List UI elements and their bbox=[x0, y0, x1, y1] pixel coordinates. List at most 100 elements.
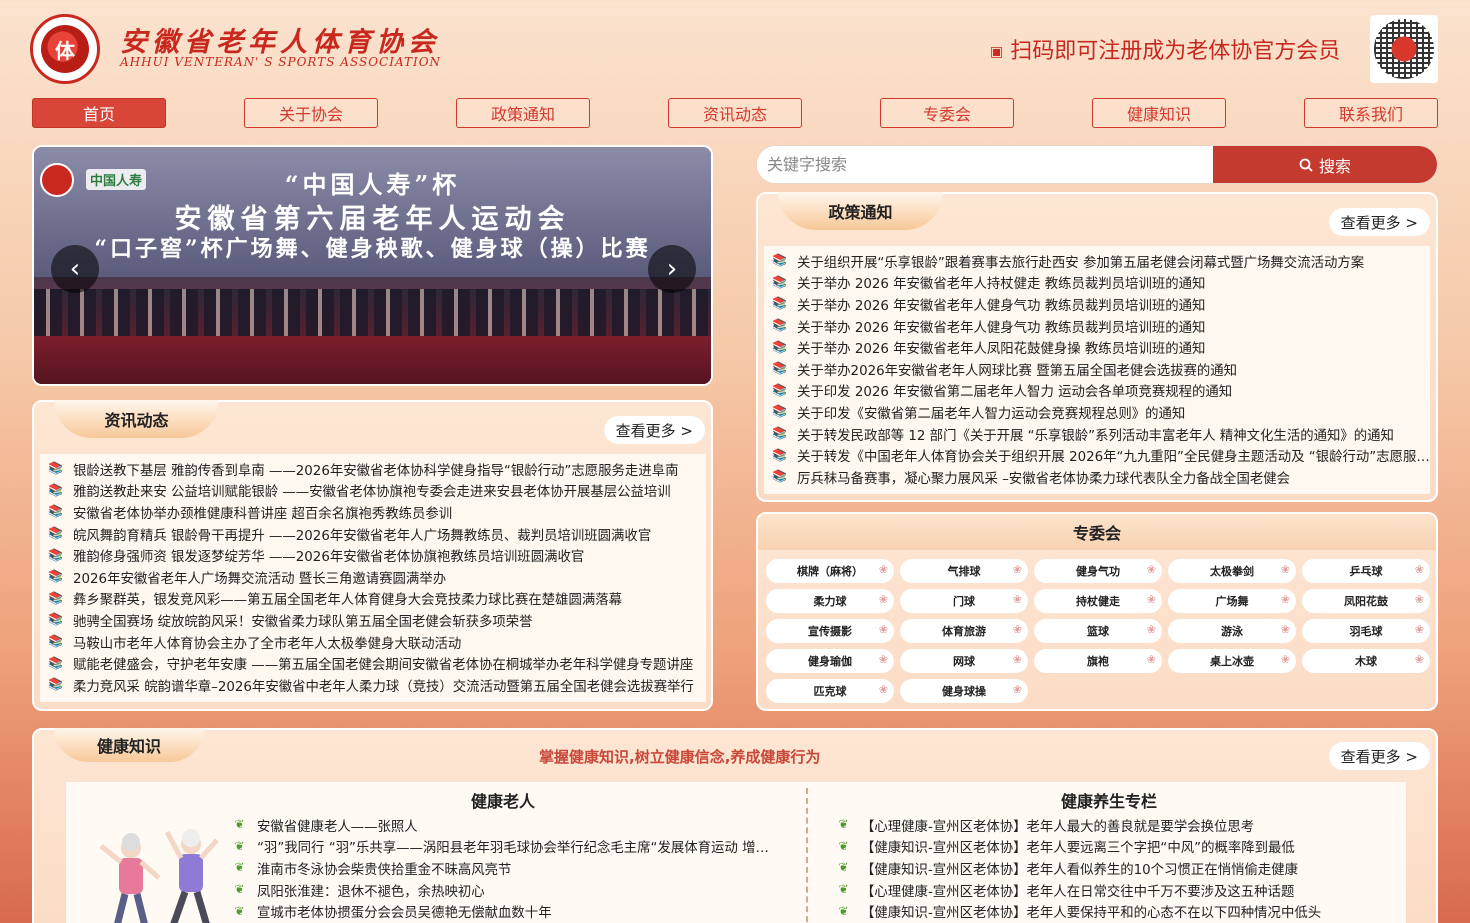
committee-item[interactable]: 健身气功 ❀ bbox=[1034, 559, 1162, 583]
news-item[interactable]: 📚 赋能老健盛会，守护老年安康 ——第五届全国老健会期间安徽省老体协在桐城举办老年… bbox=[48, 652, 706, 674]
committee-item[interactable]: 门球 ❀ bbox=[900, 589, 1028, 613]
committee-item[interactable]: 篮球 ❀ bbox=[1034, 619, 1162, 643]
nav-news[interactable]: 资讯动态 bbox=[668, 98, 802, 128]
book-icon: 📚 bbox=[48, 634, 63, 649]
search-button[interactable]: 搜索 bbox=[1213, 146, 1437, 183]
nav-committee[interactable]: 专委会 bbox=[880, 98, 1014, 128]
policy-item[interactable]: 📚 关于组织开展“乐享银龄”跟着赛事去旅行赴西安 参加第五届老健会闭幕式暨广场舞交… bbox=[772, 250, 1430, 272]
committee-item[interactable]: 气排球 ❀ bbox=[900, 559, 1028, 583]
committee-item[interactable]: 体育旅游 ❀ bbox=[900, 619, 1028, 643]
health-more-button[interactable]: 查看更多 > bbox=[1328, 742, 1430, 770]
news-more-button[interactable]: 查看更多 > bbox=[603, 416, 705, 444]
site-title[interactable]: 安徽省老年人体育协会 bbox=[120, 20, 440, 59]
news-item[interactable]: 📚 2026年安徽省老年人广场舞交流活动 暨长三角邀请赛圆满举办 bbox=[48, 566, 706, 588]
news-item[interactable]: 📚 柔力竞风采 皖韵谱华章–2026年安徽省中老年人柔力球（竞技）交流活动暨第五届… bbox=[48, 674, 706, 696]
sport-icon: ❀ bbox=[878, 593, 888, 606]
sport-icon: ❀ bbox=[1146, 593, 1156, 606]
policy-more-button[interactable]: 查看更多 > bbox=[1328, 208, 1430, 236]
committee-item[interactable]: 宣传摄影 ❀ bbox=[766, 619, 894, 643]
committee-item[interactable]: 持杖健走 ❀ bbox=[1034, 589, 1162, 613]
wellness-item[interactable]: ❦ 【健康知识-宣州区老体协】老年人要远离三个字把“中风”的概率降到最低 bbox=[836, 836, 1396, 858]
logo-emblem: 体 bbox=[41, 25, 89, 73]
wellness-list: ❦ 【心理健康-宣州区老体协】老年人最大的善良就是要学会换位思考 ❦ 【健康知识-宣… bbox=[836, 814, 1396, 922]
news-item[interactable]: 📚 雅韵送教赴来安 公益培训赋能银龄 ——安徽省老体协旗袍专委会走进来安县老体协开… bbox=[48, 480, 706, 502]
committee-item[interactable]: 健身球操 ❀ bbox=[900, 679, 1028, 703]
banner-carousel[interactable]: 中国人寿 “中国人寿”杯 安徽省第六届老年人运动会 “口子窖”杯广场舞、健身秧歌… bbox=[32, 145, 713, 386]
policy-item[interactable]: 📚 关于转发民政部等 12 部门《关于开展 “乐享银龄”系列活动丰富老年人 精神文… bbox=[772, 423, 1430, 445]
news-item[interactable]: 📚 皖风舞韵育精兵 银龄骨干再提升 ——2026年安徽省老年人广场舞教练员、裁判员… bbox=[48, 523, 706, 545]
sport-icon: ❀ bbox=[878, 623, 888, 636]
committee-item[interactable]: 广场舞 ❀ bbox=[1168, 589, 1296, 613]
carousel-next-button[interactable]: › bbox=[648, 245, 696, 293]
committee-item[interactable]: 游泳 ❀ bbox=[1168, 619, 1296, 643]
policy-item[interactable]: 📚 关于印发 2026 年安徽省第二届老年人智力 运动会各单项竞赛规程的通知 bbox=[772, 380, 1430, 402]
book-icon: 📚 bbox=[772, 253, 787, 268]
leaf-icon: ❦ bbox=[234, 860, 245, 875]
book-icon: 📚 bbox=[48, 547, 63, 562]
leaf-icon: ❦ bbox=[234, 838, 245, 853]
committee-item[interactable]: 乒乓球 ❀ bbox=[1302, 559, 1430, 583]
sport-icon: ❀ bbox=[1146, 623, 1156, 636]
book-icon: 📚 bbox=[48, 655, 63, 670]
nav-about[interactable]: 关于协会 bbox=[244, 98, 378, 128]
news-item[interactable]: 📚 银龄送教下基层 雅韵传香到阜南 ——2026年安徽省老体协科学健身指导“银龄行… bbox=[48, 458, 706, 480]
policy-item[interactable]: 📚 关于举办2026年安徽省老年人网球比赛 暨第五届全国老健会选拔赛的通知 bbox=[772, 358, 1430, 380]
policy-item[interactable]: 📚 关于举办 2026 年安徽省老年人凤阳花鼓健身操 教练员培训班的通知 bbox=[772, 336, 1430, 358]
policy-item[interactable]: 📚 关于举办 2026 年安徽省老年人健身气功 教练员裁判员培训班的通知 bbox=[772, 293, 1430, 315]
wellness-item[interactable]: ❦ 【健康知识-宣州区老体协】老年人看似养生的10个习惯正在悄悄偷走健康 bbox=[836, 857, 1396, 879]
carousel-prev-button[interactable]: ‹ bbox=[51, 245, 99, 293]
health-item[interactable]: ❦ 凤阳张淮建：退休不褪色，余热映初心 bbox=[232, 879, 772, 901]
search-button-label: 搜索 bbox=[1318, 156, 1351, 176]
health-item[interactable]: ❦ “羽”我同行 “羽”乐共享——涡阳县老年羽毛球协会举行纪念毛主席“发展体育运动… bbox=[232, 836, 772, 858]
news-item[interactable]: 📚 驰骋全国赛场 绽放皖韵风采！安徽省柔力球队第五届全国老健会斩获多项荣誉 bbox=[48, 609, 706, 631]
nav-contact[interactable]: 联系我们 bbox=[1304, 98, 1438, 128]
committee-item[interactable]: 木球 ❀ bbox=[1302, 649, 1430, 673]
committee-item[interactable]: 棋牌（麻将） ❀ bbox=[766, 559, 894, 583]
committee-item[interactable]: 网球 ❀ bbox=[900, 649, 1028, 673]
leaf-icon: ❦ bbox=[838, 882, 849, 897]
site-logo[interactable]: 体 bbox=[30, 14, 100, 84]
search-input[interactable] bbox=[757, 146, 1213, 183]
committee-item[interactable]: 旗袍 ❀ bbox=[1034, 649, 1162, 673]
committee-item[interactable]: 健身瑜伽 ❀ bbox=[766, 649, 894, 673]
leaf-icon: ❦ bbox=[234, 903, 245, 918]
health-item[interactable]: ❦ 宣城市老体协掼蛋分会会员吴德艳无偿献血数十年 bbox=[232, 900, 772, 922]
sport-icon: ❀ bbox=[1146, 563, 1156, 576]
news-item[interactable]: 📚 彝乡聚群英，银发竞风彩——第五届全国老年人体育健身大会竞技柔力球比赛在楚雄圆满… bbox=[48, 588, 706, 610]
committee-item[interactable]: 凤阳花鼓 ❀ bbox=[1302, 589, 1430, 613]
book-icon: 📚 bbox=[48, 526, 63, 541]
qr-code[interactable] bbox=[1370, 15, 1438, 83]
wellness-item[interactable]: ❦ 【心理健康-宣州区老体协】老年人最大的善良就是要学会换位思考 bbox=[836, 814, 1396, 836]
news-item[interactable]: 📚 雅韵修身强师资 银发逐梦绽芳华 ——2026年安徽省老体协旗袍教练员培训班圆满… bbox=[48, 544, 706, 566]
committee-item[interactable]: 羽毛球 ❀ bbox=[1302, 619, 1430, 643]
committee-item[interactable]: 太极拳剑 ❀ bbox=[1168, 559, 1296, 583]
nav-policy[interactable]: 政策通知 bbox=[456, 98, 590, 128]
policy-item[interactable]: 📚 厉兵秣马备赛事，凝心聚力展风采 –安徽省老体协柔力球代表队全力备战全国老健会 bbox=[772, 466, 1430, 488]
sport-icon: ❀ bbox=[1146, 653, 1156, 666]
sport-icon: ❀ bbox=[1280, 653, 1290, 666]
news-item[interactable]: 📚 安徽省老体协举办颈椎健康科普讲座 超百余名旗袍秀教练员参训 bbox=[48, 501, 706, 523]
book-icon: 📚 bbox=[48, 504, 63, 519]
health-item[interactable]: ❦ 安徽省健康老人——张照人 bbox=[232, 814, 772, 836]
committee-item[interactable]: 匹克球 ❀ bbox=[766, 679, 894, 703]
sport-icon: ❀ bbox=[878, 563, 888, 576]
wellness-item[interactable]: ❦ 【健康知识-宣州区老体协】老年人要保持平和的心态不在以下四种情况中低头 bbox=[836, 900, 1396, 922]
committee-item[interactable]: 桌上冰壶 ❀ bbox=[1168, 649, 1296, 673]
policy-item[interactable]: 📚 关于转发《中国老年人体育协会关于组织开展 2026年“九九重阳”全民健身主题活… bbox=[772, 444, 1430, 466]
health-item[interactable]: ❦ 淮南市冬泳协会柴贵侠拾重金不昧高风亮节 bbox=[232, 857, 772, 879]
policy-item[interactable]: 📚 关于举办 2026 年安徽省老年人健身气功 教练员裁判员培训班的通知 bbox=[772, 315, 1430, 337]
sport-icon: ❀ bbox=[1414, 623, 1424, 636]
site-subtitle: AHHUI VENTERAN' S SPORTS ASSOCIATION bbox=[120, 55, 442, 69]
policy-item[interactable]: 📚 关于印发《安徽省第二届老年人智力运动会竞赛规程总则》的通知 bbox=[772, 401, 1430, 423]
committee-item[interactable]: 柔力球 ❀ bbox=[766, 589, 894, 613]
book-icon: 📚 bbox=[48, 461, 63, 476]
policy-item[interactable]: 📚 关于举办 2026 年安徽省老年人持杖健走 教练员裁判员培训班的通知 bbox=[772, 272, 1430, 294]
wellness-column-title: 健康养生专栏 bbox=[1061, 792, 1158, 811]
news-item[interactable]: 📚 马鞍山市老年人体育协会主办了全市老年人太极拳健身大联动活动 bbox=[48, 631, 706, 653]
committee-title: 专委会 bbox=[758, 514, 1436, 550]
wellness-item[interactable]: ❦ 【心理健康-宣州区老体协】老年人在日常交往中千万不要涉及这五种话题 bbox=[836, 879, 1396, 901]
book-icon: 📚 bbox=[772, 426, 787, 441]
nav-health[interactable]: 健康知识 bbox=[1092, 98, 1226, 128]
book-icon: 📚 bbox=[772, 274, 787, 289]
nav-home[interactable]: 首页 bbox=[32, 98, 166, 128]
